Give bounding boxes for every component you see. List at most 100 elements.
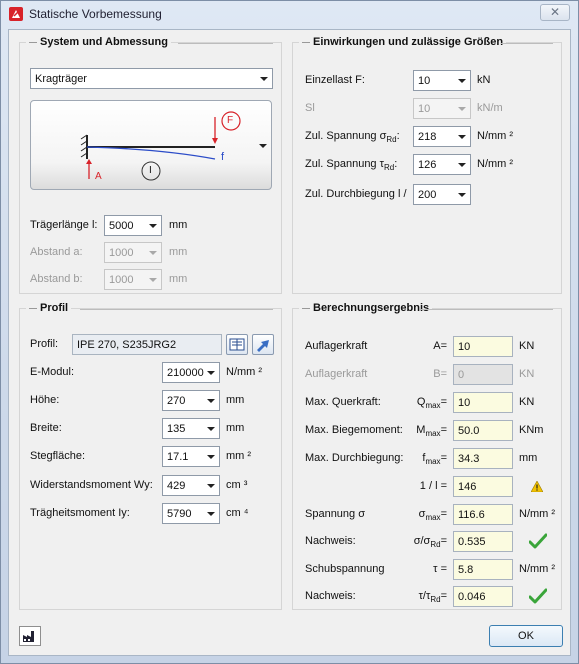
chevron-down-icon [458,135,466,139]
result-symbol-main: τ = [433,563,447,575]
breite-unit: mm [226,422,245,434]
abstand-a-unit: mm [169,246,188,258]
result-value: 10 [458,397,471,409]
streckenlast-select: 10 [413,98,471,119]
abstand-a-value: 1000 [109,247,134,259]
hoehe-select[interactable]: 270 [162,390,220,411]
ergebnis-group: Berechnungsergebnis Auflagerkraft A= 10 KN A… [292,302,562,610]
result-unit: KN [519,368,535,380]
zul-sigma-label: Zul. Spannung σRd: [305,130,400,145]
profil-value: IPE 270, S235JRG2 [77,339,177,351]
result-value: 0.535 [458,536,486,548]
profil-group-title: Profil [26,302,72,314]
system-type-value: Kragträger [35,73,87,85]
diagram-label-I: I [149,165,152,176]
close-button[interactable]: ✕ [540,4,570,21]
breite-select[interactable]: 135 [162,418,220,439]
result-symbol: A= [433,340,447,352]
einzellast-value: 10 [418,75,431,87]
abstand-b-value: 1000 [109,274,134,286]
result-value: 116.6 [458,509,485,521]
result-symbol: τ = [433,563,447,575]
result-label: Schubspannung [305,563,385,575]
zul-sigma-unit: N/mm ² [477,130,514,142]
profil-field[interactable]: IPE 270, S235JRG2 [72,334,222,355]
einzellast-select[interactable]: 10 [413,70,471,91]
emodul-unit: N/mm ² [226,366,263,378]
result-symbol: Mmax= [416,424,447,439]
chevron-down-icon [207,455,215,459]
breite-value: 135 [167,423,186,435]
pick-arrow-icon [257,340,269,352]
result-value: 0.046 [458,591,486,603]
result-symbol: σ/σRd= [413,535,447,550]
factory-icon [23,631,34,642]
system-type-select[interactable]: Kragträger [30,68,273,89]
result-symbol: τ/τRd= [418,590,447,605]
result-symbol-main: σ/σ [413,535,431,547]
emodul-select[interactable]: 210000 [162,362,220,383]
chevron-down-icon [458,107,466,111]
result-label: Nachweis: [305,535,356,547]
result-symbol: B= [433,368,447,380]
iy-label: Trägheitsmoment Iy: [30,507,130,519]
result-value: 146 [458,481,477,493]
streckenlast-value: 10 [418,103,431,115]
result-symbol-main: A= [433,340,447,352]
diagram-menu-chevron-icon[interactable] [259,144,267,148]
result-value: 10 [458,341,471,353]
zul-durchbiegung-label: Zul. Durchbiegung l / [305,188,407,200]
chevron-down-icon [260,77,268,81]
result-symbol-sub: max [425,513,441,523]
window-title: Statische Vorbemessung [29,7,162,21]
abstand-b-select: 1000 [104,269,162,290]
bottom-tool-button[interactable] [19,626,41,646]
stegflaeche-select[interactable]: 17.1 [162,446,220,467]
zul-tau-value: 126 [418,159,437,171]
zul-tau-select[interactable]: 126 [413,154,471,175]
result-symbol-main: τ/τ [418,590,431,602]
chevron-down-icon [207,512,215,516]
result-field: 0.046 [453,586,513,607]
chevron-down-icon [458,79,466,83]
result-unit: KN [519,340,535,352]
profile-select-button[interactable] [252,334,274,355]
ok-button[interactable]: OK [489,625,563,647]
wy-select[interactable]: 429 [162,475,220,496]
result-symbol-sub: max [425,457,441,467]
zul-sigma-select[interactable]: 218 [413,126,471,147]
einzellast-label: Einzellast F: [305,74,365,86]
dialog-window: Statische Vorbemessung ✕ System und Abme… [0,0,579,664]
wy-label: Widerstandsmoment Wy: [30,479,153,491]
hoehe-value: 270 [167,395,186,407]
result-symbol-sub: Rd [430,540,441,550]
system-diagram[interactable]: F A f I [30,100,272,190]
result-label: Max. Durchbiegung: [305,452,404,464]
einzellast-unit: kN [477,74,491,86]
profile-catalog-button[interactable] [226,334,248,355]
streckenlast-label: Sl [305,102,315,114]
profil-label: Profil: [30,338,59,350]
result-unit: KNm [519,424,544,436]
result-field: 10 [453,392,513,413]
zul-durchbiegung-value: 200 [418,189,437,201]
result-symbol-main: B= [433,368,447,380]
zul-durchbiegung-select[interactable]: 200 [413,184,471,205]
result-symbol-sub: max [425,401,441,411]
ergebnis-group-title: Berechnungsergebnis [299,302,433,314]
zul-sigma-value: 218 [418,131,437,143]
stegflaeche-label: Stegfläche: [30,450,86,462]
result-unit: N/mm ² [519,508,556,520]
result-field: 50.0 [453,420,513,441]
traegerlaenge-label: Trägerlänge l: [30,219,98,231]
warning-icon [530,480,544,493]
chevron-down-icon [207,427,215,431]
profil-group: Profil Profil: IPE 270, S235JRG2 E-Modul… [19,302,282,610]
result-label: Spannung σ [305,508,366,520]
result-field: 0.535 [453,531,513,552]
result-label: Nachweis: [305,590,356,602]
iy-select[interactable]: 5790 [162,503,220,524]
hoehe-label: Höhe: [30,394,60,406]
traegerlaenge-select[interactable]: 5000 [104,215,162,236]
result-symbol-sub: Rd [430,595,441,605]
